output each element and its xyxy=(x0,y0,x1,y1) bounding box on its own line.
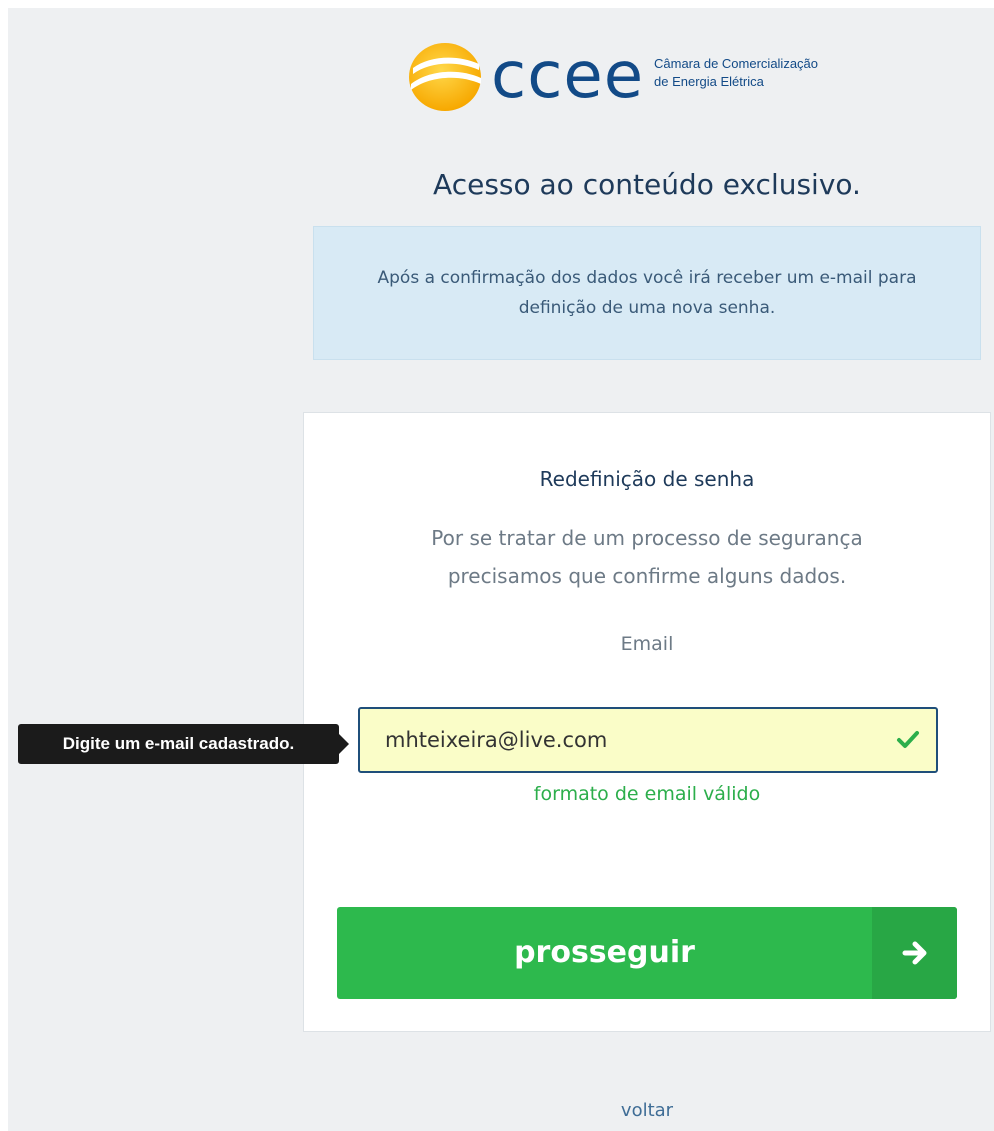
back-link[interactable]: voltar xyxy=(621,1100,673,1121)
arrow-right-icon xyxy=(872,907,957,999)
email-label: Email xyxy=(620,633,674,655)
logo-tagline-line2: de Energia Elétrica xyxy=(654,74,764,89)
logo-tagline: Câmara de Comercialização de Energia Elé… xyxy=(654,55,818,91)
check-icon xyxy=(897,731,919,748)
tooltip-arrow xyxy=(339,734,349,754)
card-title: Redefinição de senha xyxy=(539,467,755,491)
info-alert: Após a confirmação dos dados você irá re… xyxy=(313,226,981,360)
password-reset-card: Redefinição de senha Por se tratar de um… xyxy=(303,412,991,1032)
ccee-sun-logo-icon xyxy=(409,43,481,111)
page-title: Acesso ao conteúdo exclusivo. xyxy=(433,168,861,201)
proceed-button-label: prosseguir xyxy=(514,935,695,970)
back-link-container: voltar xyxy=(303,1100,991,1121)
info-alert-text: Após a confirmação dos dados você irá re… xyxy=(377,268,917,318)
email-field-wrapper xyxy=(358,707,938,773)
logo-wordmark: ccee xyxy=(491,39,645,113)
card-description-line1: Por se tratar de um processo de seguranç… xyxy=(431,526,863,550)
ccee-logo: ccee Câmara de Comercialização de Energi… xyxy=(407,42,897,112)
logo-tagline-line1: Câmara de Comercialização xyxy=(654,56,819,71)
email-valid-message: formato de email válido xyxy=(533,783,761,805)
card-description-line2: precisamos que confirme alguns dados. xyxy=(447,564,847,588)
card-description: Por se tratar de um processo de seguranç… xyxy=(304,519,990,595)
proceed-button[interactable]: prosseguir xyxy=(337,907,957,999)
email-tooltip: Digite um e-mail cadastrado. xyxy=(18,724,339,764)
arrow-right-glyph xyxy=(902,941,926,965)
email-field[interactable] xyxy=(360,709,936,771)
